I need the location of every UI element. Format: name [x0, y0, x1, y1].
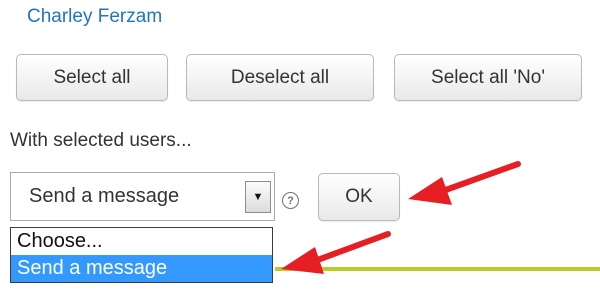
- bulk-action-options-list[interactable]: Choose... Send a message: [10, 227, 273, 283]
- deselect-all-button[interactable]: Deselect all: [186, 54, 374, 101]
- bulk-user-actions-panel: Charley Ferzam Select all Deselect all S…: [0, 0, 600, 289]
- bulk-action-select[interactable]: Send a message ▼: [10, 172, 275, 221]
- option-choose[interactable]: Choose...: [11, 228, 272, 255]
- option-send-a-message[interactable]: Send a message: [11, 255, 272, 282]
- annotation-arrow-option-shaft: [309, 231, 391, 265]
- help-icon[interactable]: ?: [282, 192, 299, 209]
- annotation-arrow-ok-shaft: [437, 161, 521, 195]
- user-name-link[interactable]: Charley Ferzam: [27, 6, 162, 28]
- accent-divider-line: [275, 267, 600, 271]
- select-all-no-button[interactable]: Select all 'No': [394, 54, 582, 101]
- annotation-arrow-ok-head: [408, 177, 452, 205]
- ok-button[interactable]: OK: [318, 173, 400, 221]
- with-selected-users-label: With selected users...: [10, 130, 192, 151]
- selected-action-value: Send a message: [29, 185, 180, 207]
- select-all-button[interactable]: Select all: [16, 54, 168, 101]
- chevron-down-icon[interactable]: ▼: [245, 181, 271, 213]
